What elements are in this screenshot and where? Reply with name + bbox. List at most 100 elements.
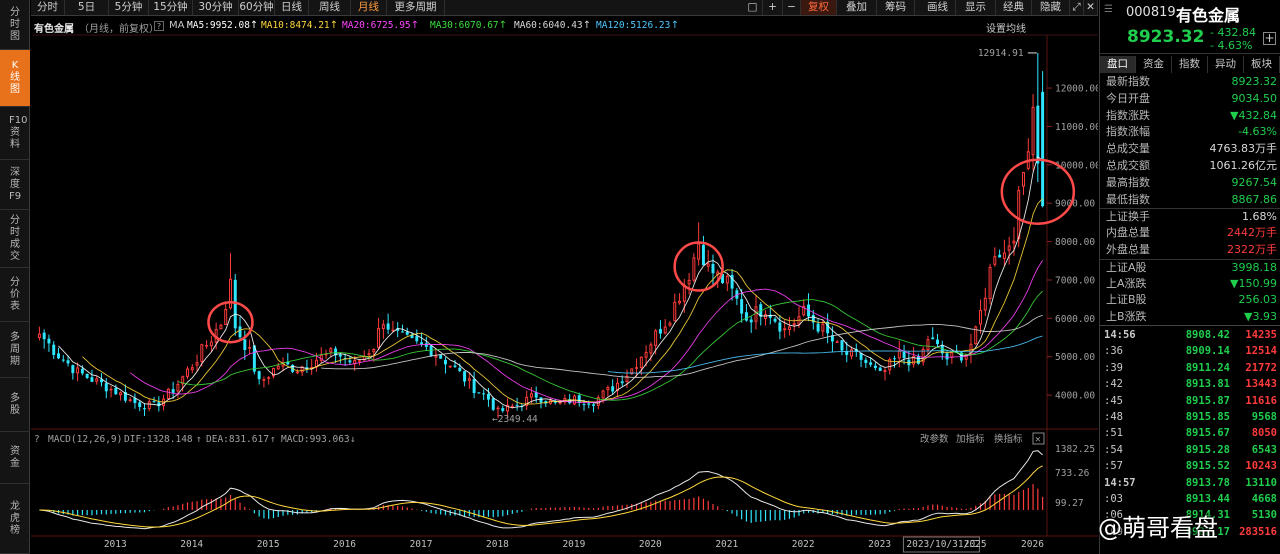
candle-body [587,403,591,405]
candle-body [80,368,84,374]
candle-body [1036,105,1040,164]
candle-body [878,367,882,371]
price-tick-label: 8000.00 [1055,237,1095,248]
stat-label: 总成交量 [1106,142,1150,156]
stat-value: 8923.32 [1231,75,1278,88]
quote-panel: ☰ 000819 有色金属 8923.32 - 432.84 - 4.63% +… [1099,0,1280,554]
candle-body [37,333,41,339]
quote-tab-0[interactable]: 盘口 [1100,56,1136,73]
candle-body [434,355,438,358]
macd-dif: DIF:1328.148 [124,434,193,445]
candle-body [1031,106,1035,156]
stat-value: ▼150.99 [1230,276,1277,290]
candle-body [620,381,624,384]
stat-row: 最新指数 8923.32 [1100,74,1280,91]
stat-row: 上B涨跌 ▼3.93 [1100,309,1280,326]
macd-axis-label: 99.27 [1055,498,1084,509]
candle-body [357,360,361,362]
candle-body [52,344,56,355]
stat-row: 指数涨跌 ▼432.84 [1100,108,1280,125]
candle-body [372,348,376,353]
candle-body [224,308,228,325]
candle-body [835,341,839,343]
candle-body [119,392,123,396]
tick-p: 8915.28 [1185,443,1230,456]
candle-body [1012,240,1016,244]
candle-body [61,359,65,361]
price-tick-label: 11000.00 [1055,122,1098,133]
candle-body [171,389,175,393]
quote-tab-1[interactable]: 资金 [1136,56,1172,73]
tick-q: 14235 [1245,329,1277,341]
candle-body [276,365,280,370]
tick-t: :03 [1104,493,1123,505]
candle-body [644,351,648,358]
x-tick-label: 2019 [562,539,585,550]
menu-icon[interactable]: ☰ [1104,4,1113,15]
tick-t: :54 [1104,443,1123,456]
tick-p: 8913.44 [1185,493,1230,505]
stat-row: 最低指数 8867.86 [1100,192,1280,209]
tick-t: :51 [1104,427,1123,440]
candle-body [988,266,992,300]
stat-value: 256.03 [1238,293,1278,307]
price-tick-label: 9000.00 [1055,199,1095,210]
tick-row: :51 8915.67 8050 [1100,425,1280,441]
macd-btn-0[interactable]: 改参数 [920,433,949,445]
candle-body [778,322,782,332]
quote-tab-2[interactable]: 指数 [1172,56,1208,73]
low-annotation: ←2349.44 [492,414,538,425]
quote-header: ☰ 000819 有色金属 [1100,0,1280,27]
candle-body [639,356,643,369]
candle-body [821,323,825,332]
candle-body [104,383,108,392]
x-tick-label: 2016 [333,539,356,550]
tick-q: 4668 [1251,493,1277,505]
macd-btn-1[interactable]: 加指标 [956,433,985,445]
candle-body [926,339,930,351]
candle-body [1002,252,1006,259]
candle-body [744,312,748,321]
price-change: - 432.84 [1210,26,1256,39]
candle-body [983,297,987,311]
stat-row: 上A涨跌 ▼150.99 [1100,276,1280,293]
candle-body [143,408,146,410]
candle-body [577,395,581,403]
candle-body [176,384,180,392]
candle-body [114,387,118,395]
candle-body [883,370,887,372]
x-tick-label: 2020 [639,539,662,550]
candle-body [443,359,447,365]
add-watchlist-icon[interactable]: + [1263,32,1276,45]
candle-body [697,243,701,260]
candle-body [267,377,271,379]
macd-btn-2[interactable]: 换指标 [994,433,1023,445]
tick-p: 8915.52 [1185,460,1230,473]
candle-body [295,371,299,374]
tick-q: 21772 [1245,361,1277,374]
stat-value: 9034.50 [1231,91,1278,105]
candle-body [205,345,209,347]
tick-t: :42 [1104,378,1123,391]
macd-value: MACD:993.063 [281,434,350,445]
tick-row: 14:57 8913.78 13110 [1100,475,1280,491]
tick-row: :57 8915.52 10243 [1100,458,1280,474]
price-tick-label: 4000.00 [1055,391,1095,402]
quote-tab-4[interactable]: 板块 [1244,56,1280,73]
tick-q: 9568 [1251,411,1277,423]
stat-value: 1.68% [1242,210,1277,224]
candle-body [400,331,404,333]
stat-label: 上证B股 [1106,293,1147,307]
candle-body [873,365,877,369]
stat-value: 2442万手 [1227,226,1277,240]
stat-value: 2322万手 [1227,243,1277,256]
candle-body [391,329,395,332]
tick-t: :36 [1104,345,1123,358]
candle-body [658,328,662,334]
quote-tab-3[interactable]: 异动 [1208,56,1244,73]
tick-row: 14:56 8908.42 14235 [1100,327,1280,343]
x-tick-label: 2022 [792,539,815,550]
candle-body [673,301,677,322]
x-tick-label: 2023 [868,539,891,550]
ma30-line [177,290,1043,401]
